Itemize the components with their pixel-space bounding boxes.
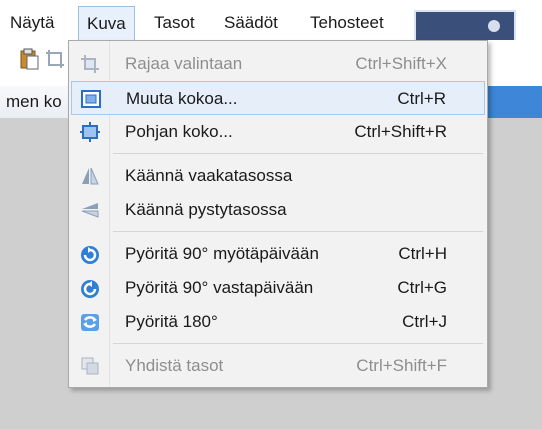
menu-item-shortcut: Ctrl+Shift+F bbox=[356, 356, 447, 375]
menu-item-label: Käännä vaakatasossa bbox=[125, 166, 293, 185]
accent-bar bbox=[488, 86, 542, 118]
menu-item-flip-vertical[interactable]: Käännä pystytasossa bbox=[71, 193, 485, 227]
menu-item-crop-to-selection[interactable]: Rajaa valintaan Ctrl+Shift+X bbox=[71, 47, 485, 81]
tab-label[interactable]: men ko bbox=[6, 86, 62, 118]
menu-item-label: Käännä pystytasossa bbox=[125, 200, 287, 219]
menu-item-rotate-180[interactable]: Pyöritä 180° Ctrl+J bbox=[71, 305, 485, 339]
crop-small-icon[interactable] bbox=[44, 48, 66, 70]
menu-item-label: Rajaa valintaan bbox=[125, 54, 243, 73]
menu-item-resize[interactable]: Muuta kokoa... Ctrl+R bbox=[71, 81, 485, 115]
canvas-size-icon bbox=[79, 121, 101, 143]
menu-item-rotate-counterclockwise[interactable]: Pyöritä 90° vastapäivään Ctrl+G bbox=[71, 271, 485, 305]
menu-item-label: Pohjan koko... bbox=[125, 122, 233, 141]
rotate-180-icon bbox=[79, 311, 101, 333]
menu-item-shortcut: Ctrl+J bbox=[402, 312, 447, 331]
menu-image[interactable]: Kuva bbox=[78, 6, 135, 42]
menu-item-shortcut: Ctrl+Shift+X bbox=[355, 54, 447, 73]
menu-separator bbox=[113, 231, 483, 232]
menu-item-flip-horizontal[interactable]: Käännä vaakatasossa bbox=[71, 159, 485, 193]
resize-image-icon bbox=[80, 88, 102, 110]
flip-vertical-icon bbox=[79, 199, 101, 221]
menu-item-label: Pyöritä 90° myötäpäivään bbox=[125, 244, 319, 263]
menu-view[interactable]: Näytä bbox=[2, 6, 62, 40]
flip-horizontal-icon bbox=[79, 165, 101, 187]
crop-icon bbox=[79, 53, 101, 75]
menu-item-label: Muuta kokoa... bbox=[126, 89, 238, 108]
menu-item-canvas-size[interactable]: Pohjan koko... Ctrl+Shift+R bbox=[71, 115, 485, 149]
menu-separator bbox=[113, 153, 483, 154]
rotate-counterclockwise-icon bbox=[79, 277, 101, 299]
paste-icon[interactable] bbox=[18, 48, 40, 70]
menu-item-shortcut: Ctrl+Shift+R bbox=[354, 122, 447, 141]
menu-effects[interactable]: Tehosteet bbox=[302, 6, 392, 40]
rotate-clockwise-icon bbox=[79, 243, 101, 265]
menu-separator bbox=[113, 343, 483, 344]
menu-item-shortcut: Ctrl+G bbox=[397, 278, 447, 297]
menu-item-shortcut: Ctrl+H bbox=[398, 244, 447, 263]
menu-adjustments[interactable]: Säädöt bbox=[216, 6, 286, 40]
image-menu-dropdown: Rajaa valintaan Ctrl+Shift+X Muuta kokoa… bbox=[68, 40, 488, 388]
menu-item-label: Pyöritä 90° vastapäivään bbox=[125, 278, 314, 297]
menu-item-shortcut: Ctrl+R bbox=[397, 89, 446, 108]
menu-item-flatten-layers[interactable]: Yhdistä tasot Ctrl+Shift+F bbox=[71, 349, 485, 383]
menu-item-label: Yhdistä tasot bbox=[125, 356, 224, 375]
menu-item-rotate-clockwise[interactable]: Pyöritä 90° myötäpäivään Ctrl+H bbox=[71, 237, 485, 271]
flatten-layers-icon bbox=[79, 355, 101, 377]
menu-layers[interactable]: Tasot bbox=[146, 6, 203, 40]
menu-item-label: Pyöritä 180° bbox=[125, 312, 218, 331]
